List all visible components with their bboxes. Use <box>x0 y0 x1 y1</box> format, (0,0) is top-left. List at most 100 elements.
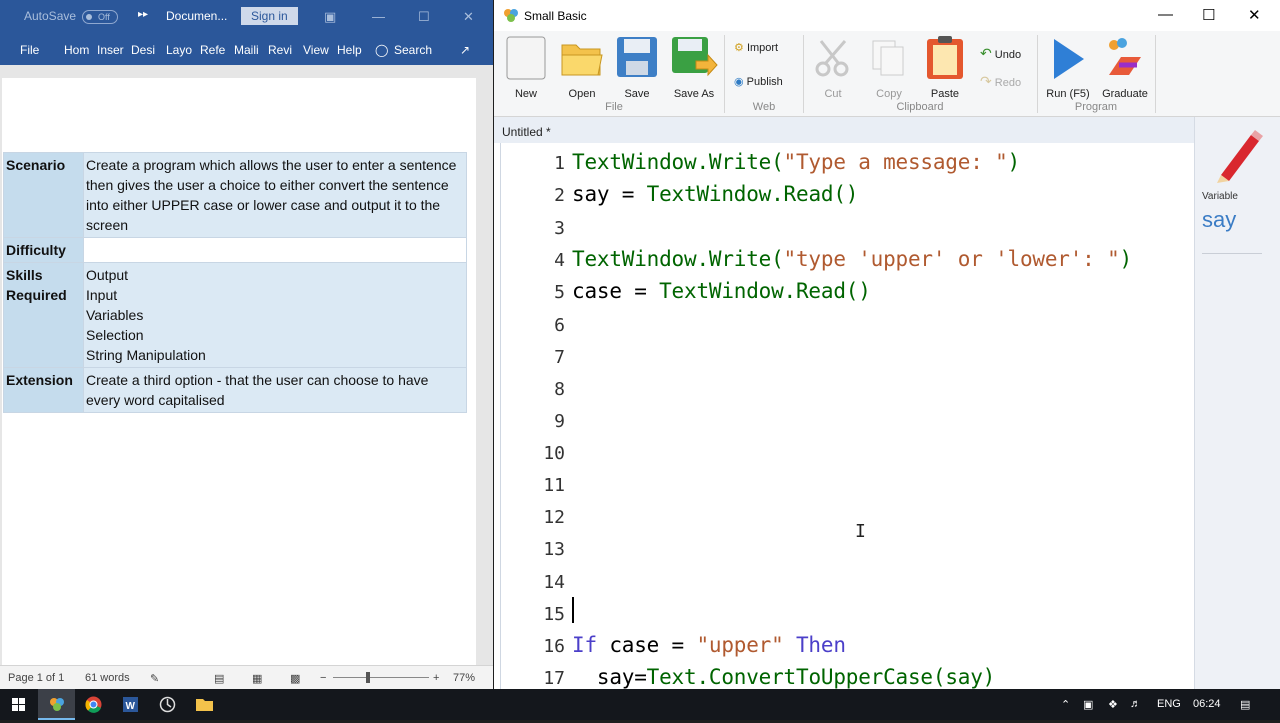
code-line-4: TextWindow.Write("type 'upper' or 'lower… <box>572 247 1132 271</box>
code-token: TextWindow <box>646 182 772 206</box>
taskbar-small-basic[interactable] <box>38 689 75 720</box>
zoom-level[interactable]: 77% <box>453 672 475 684</box>
copy-label: Copy <box>876 88 902 100</box>
sb-minimize-icon[interactable]: — <box>1158 6 1173 23</box>
sb-close-icon[interactable]: ✕ <box>1248 6 1261 24</box>
tab-view[interactable]: View <box>303 43 333 57</box>
zoom-in-icon[interactable]: + <box>433 672 439 684</box>
difficulty-value <box>83 237 467 263</box>
zoom-slider[interactable] <box>333 677 429 678</box>
tab-references[interactable]: Refe <box>200 43 228 57</box>
copy-button[interactable]: Copy <box>866 35 912 101</box>
tray-chevron-icon[interactable]: ⌃ <box>1061 698 1070 711</box>
autosave-toggle[interactable]: Off <box>82 10 118 24</box>
line-number: 7 <box>554 347 565 368</box>
web-layout-icon[interactable]: ▩ <box>290 672 300 685</box>
search-label[interactable]: Search <box>394 43 432 57</box>
publish-button[interactable]: ◉ Publish <box>734 75 783 88</box>
tab-review[interactable]: Revi <box>268 43 296 57</box>
close-icon[interactable]: ✕ <box>463 9 474 25</box>
language-indicator[interactable]: ENG <box>1157 698 1181 710</box>
save-as-button[interactable]: Save As <box>668 35 720 101</box>
proofing-icon[interactable]: ✎ <box>150 672 159 685</box>
word-scrollbar[interactable] <box>476 65 492 665</box>
line-number: 1 <box>554 153 565 174</box>
quick-access-more-icon[interactable]: ▸▸ <box>138 9 148 20</box>
text-caret <box>572 597 574 623</box>
tab-file[interactable]: File <box>20 43 44 57</box>
word-statusbar: Page 1 of 1 61 words ✎ ▤ ▦ ▩ − + 77% <box>0 665 493 689</box>
run-button[interactable]: Run (F5) <box>1044 35 1092 101</box>
line-number: 17 <box>543 668 565 689</box>
extension-text: Create a third option - that the user ca… <box>83 367 467 413</box>
word-icon: W <box>123 697 138 712</box>
code-string: "Type a message: " <box>783 150 1008 174</box>
recorder-icon <box>159 696 176 713</box>
tab-design[interactable]: Desi <box>131 43 159 57</box>
maximize-icon[interactable]: ☐ <box>418 9 430 25</box>
sb-ribbon: New Open Save Save As File ⚙ Import ◉ Pu… <box>494 31 1280 117</box>
tab-help[interactable]: Help <box>337 43 365 57</box>
cut-button[interactable]: Cut <box>810 35 856 101</box>
read-mode-icon[interactable]: ▤ <box>214 672 224 685</box>
sign-in-button[interactable]: Sign in <box>241 7 298 25</box>
taskbar-recorder[interactable] <box>149 689 186 720</box>
word-count[interactable]: 61 words <box>85 672 130 684</box>
line-number: 16 <box>543 636 565 657</box>
dropbox-icon[interactable]: ❖ <box>1108 698 1118 711</box>
zoom-slider-thumb[interactable] <box>366 672 370 683</box>
notifications-icon[interactable]: ▤ <box>1240 698 1250 711</box>
publish-label: Publish <box>746 76 783 88</box>
zoom-out-icon[interactable]: − <box>320 672 326 684</box>
sb-maximize-icon[interactable]: ☐ <box>1202 6 1215 24</box>
code-keyword: Then <box>783 633 846 657</box>
clipboard-group-label: Clipboard <box>896 101 944 113</box>
lightbulb-icon[interactable]: ◯ <box>375 43 388 57</box>
word-titlebar: AutoSave Off ▸▸ Documen... Sign in ▣ — ☐… <box>0 0 493 34</box>
word-ribbon-tabs: File Hom Inser Desi Layo Refe Maili Revi… <box>0 34 493 65</box>
ribbon-separator <box>1155 35 1156 113</box>
paste-button[interactable]: Paste <box>922 35 968 101</box>
clock[interactable]: 06:24 <box>1193 698 1221 710</box>
page-count[interactable]: Page 1 of 1 <box>8 672 64 684</box>
help-side-panel: Variable say <box>1194 117 1280 689</box>
print-layout-icon[interactable]: ▦ <box>252 672 262 685</box>
line-number: 11 <box>543 475 565 496</box>
start-button[interactable] <box>0 689 37 720</box>
ribbon-separator <box>724 35 725 113</box>
ribbon-display-icon[interactable]: ▣ <box>324 9 336 25</box>
save-button[interactable]: Save <box>614 35 660 101</box>
scissors-icon <box>815 40 849 77</box>
undo-button[interactable]: ↶ Undo <box>980 45 1021 62</box>
volume-icon[interactable]: ♬ <box>1130 698 1141 710</box>
minimize-icon[interactable]: — <box>372 9 385 24</box>
graduate-button[interactable]: Graduate <box>1098 35 1152 101</box>
document-tab[interactable]: Untitled * <box>494 117 1194 143</box>
code-token: case = <box>596 633 697 657</box>
code-token: say = <box>572 182 647 206</box>
new-button[interactable]: New <box>504 35 548 101</box>
code-editor[interactable]: 1 2 3 4 5 6 7 8 9 10 11 12 13 14 15 16 1… <box>500 143 1194 689</box>
code-line-2: say = TextWindow.Read() <box>572 182 858 206</box>
document-name[interactable]: Documen... <box>166 9 227 23</box>
tab-home[interactable]: Hom <box>64 43 92 57</box>
word-page[interactable]: Scenario Create a program which allows t… <box>2 78 476 665</box>
taskbar-file-explorer[interactable] <box>186 689 223 720</box>
open-button[interactable]: Open <box>558 35 606 101</box>
skills-list: Output Input Variables Selection String … <box>83 262 467 368</box>
tab-mailings[interactable]: Maili <box>234 43 262 57</box>
skill-item: Selection <box>86 327 144 343</box>
taskbar-word[interactable]: W <box>112 689 149 720</box>
code-token: ) <box>1119 247 1133 271</box>
code-token: ) <box>1007 150 1021 174</box>
tab-insert[interactable]: Inser <box>97 43 125 57</box>
taskbar-chrome[interactable] <box>75 689 112 720</box>
import-button[interactable]: ⚙ Import <box>734 41 778 54</box>
tab-layout[interactable]: Layo <box>166 43 194 57</box>
redo-button[interactable]: ↷ Redo <box>980 73 1021 90</box>
ibeam-cursor-icon: I <box>855 521 866 542</box>
share-icon[interactable]: ↗ <box>460 43 470 57</box>
line-number: 10 <box>543 443 565 464</box>
save-label: Save <box>624 88 650 100</box>
network-icon[interactable]: ▣ <box>1083 698 1093 711</box>
